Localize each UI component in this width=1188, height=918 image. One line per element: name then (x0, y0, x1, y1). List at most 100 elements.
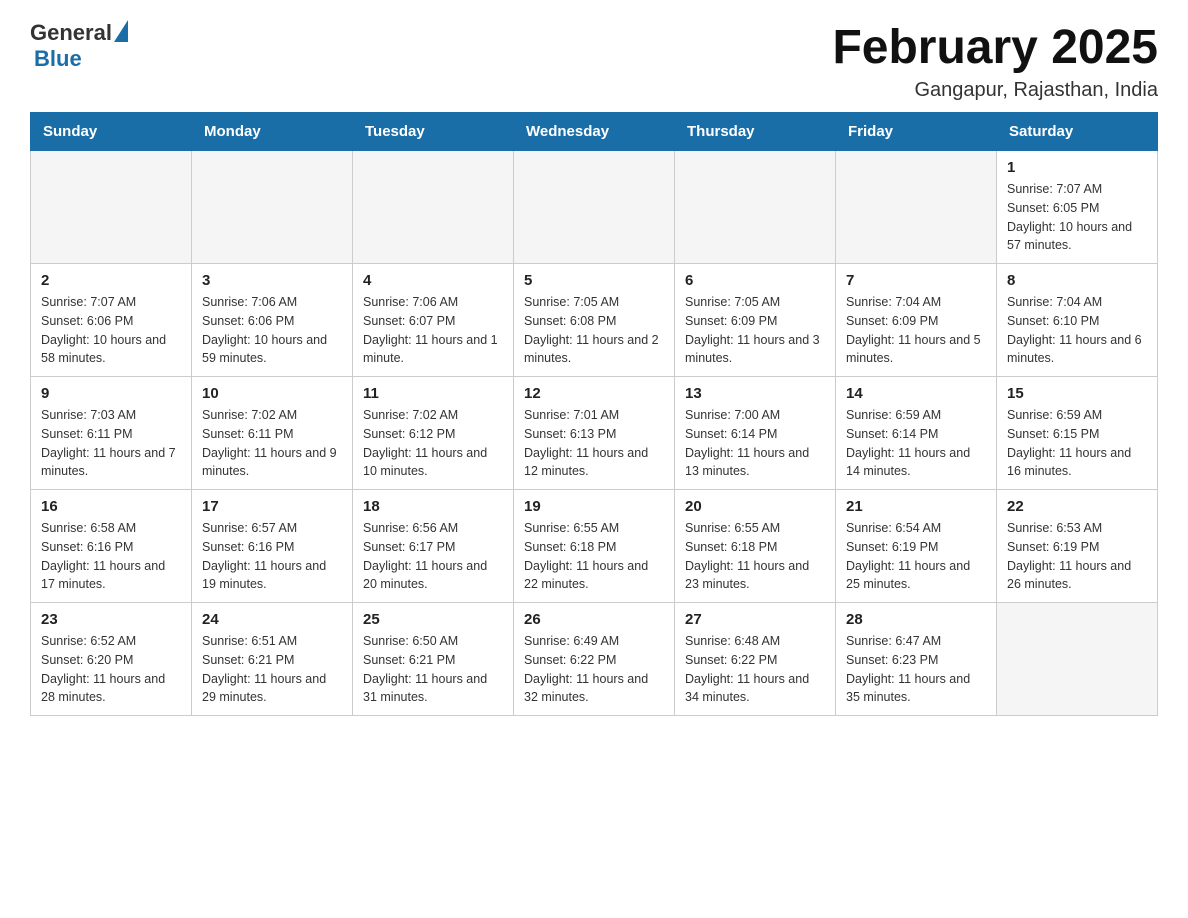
day-info: Sunrise: 7:07 AMSunset: 6:06 PMDaylight:… (41, 293, 181, 368)
calendar-cell (514, 151, 675, 264)
day-info: Sunrise: 7:07 AMSunset: 6:05 PMDaylight:… (1007, 180, 1147, 255)
day-number: 7 (846, 272, 986, 289)
day-info: Sunrise: 7:01 AMSunset: 6:13 PMDaylight:… (524, 406, 664, 481)
day-info: Sunrise: 6:56 AMSunset: 6:17 PMDaylight:… (363, 519, 503, 594)
calendar-body: 1 Sunrise: 7:07 AMSunset: 6:05 PMDaylight… (31, 151, 1158, 716)
day-number: 11 (363, 385, 503, 402)
day-info: Sunrise: 6:59 AMSunset: 6:14 PMDaylight:… (846, 406, 986, 481)
calendar-cell (31, 151, 192, 264)
day-info: Sunrise: 7:03 AMSunset: 6:11 PMDaylight:… (41, 406, 181, 481)
day-info: Sunrise: 7:04 AMSunset: 6:10 PMDaylight:… (1007, 293, 1147, 368)
day-of-week-header: Friday (836, 113, 997, 151)
calendar-cell: 21 Sunrise: 6:54 AMSunset: 6:19 PMDayligh… (836, 490, 997, 603)
calendar-cell: 25 Sunrise: 6:50 AMSunset: 6:21 PMDayligh… (353, 603, 514, 716)
day-info: Sunrise: 7:00 AMSunset: 6:14 PMDaylight:… (685, 406, 825, 481)
day-number: 24 (202, 611, 342, 628)
day-number: 15 (1007, 385, 1147, 402)
day-number: 20 (685, 498, 825, 515)
day-number: 4 (363, 272, 503, 289)
week-row: 16Sunrise: 6:58 AMSunset: 6:16 PMDayligh… (31, 490, 1158, 603)
day-number: 8 (1007, 272, 1147, 289)
logo-blue-text: Blue (34, 46, 82, 72)
day-info: Sunrise: 6:59 AMSunset: 6:15 PMDaylight:… (1007, 406, 1147, 481)
calendar-table: SundayMondayTuesdayWednesdayThursdayFrid… (30, 112, 1158, 716)
day-number: 5 (524, 272, 664, 289)
calendar-cell: 11 Sunrise: 7:02 AMSunset: 6:12 PMDayligh… (353, 377, 514, 490)
day-number: 3 (202, 272, 342, 289)
day-of-week-header: Wednesday (514, 113, 675, 151)
week-row: 9 Sunrise: 7:03 AMSunset: 6:11 PMDaylight… (31, 377, 1158, 490)
calendar-cell: 8 Sunrise: 7:04 AMSunset: 6:10 PMDaylight… (997, 264, 1158, 377)
day-info: Sunrise: 6:55 AMSunset: 6:18 PMDaylight:… (685, 519, 825, 594)
day-number: 2 (41, 272, 181, 289)
calendar-cell: 10 Sunrise: 7:02 AMSunset: 6:11 PMDayligh… (192, 377, 353, 490)
calendar-cell: 14 Sunrise: 6:59 AMSunset: 6:14 PMDayligh… (836, 377, 997, 490)
logo: General Blue (30, 20, 128, 72)
day-number: 16 (41, 498, 181, 515)
calendar-cell (675, 151, 836, 264)
day-number: 22 (1007, 498, 1147, 515)
day-info: Sunrise: 7:02 AMSunset: 6:11 PMDaylight:… (202, 406, 342, 481)
calendar-cell: 13 Sunrise: 7:00 AMSunset: 6:14 PMDayligh… (675, 377, 836, 490)
day-number: 18 (363, 498, 503, 515)
day-info: Sunrise: 6:57 AMSunset: 6:16 PMDaylight:… (202, 519, 342, 594)
day-number: 27 (685, 611, 825, 628)
day-number: 19 (524, 498, 664, 515)
calendar-cell: 26 Sunrise: 6:49 AMSunset: 6:22 PMDayligh… (514, 603, 675, 716)
calendar-cell (997, 603, 1158, 716)
calendar-cell: 12 Sunrise: 7:01 AMSunset: 6:13 PMDayligh… (514, 377, 675, 490)
calendar-cell: 4Sunrise: 7:06 AMSunset: 6:07 PMDaylight… (353, 264, 514, 377)
day-number: 1 (1007, 159, 1147, 176)
calendar-location: Gangapur, Rajasthan, India (832, 79, 1158, 102)
calendar-cell: 22 Sunrise: 6:53 AMSunset: 6:19 PMDayligh… (997, 490, 1158, 603)
calendar-cell: 23Sunrise: 6:52 AMSunset: 6:20 PMDayligh… (31, 603, 192, 716)
day-info: Sunrise: 7:05 AMSunset: 6:08 PMDaylight:… (524, 293, 664, 368)
logo-triangle-icon (114, 20, 128, 42)
calendar-cell: 6Sunrise: 7:05 AMSunset: 6:09 PMDaylight… (675, 264, 836, 377)
day-info: Sunrise: 6:47 AMSunset: 6:23 PMDaylight:… (846, 632, 986, 707)
logo-general-text: General (30, 20, 112, 46)
day-of-week-header: Thursday (675, 113, 836, 151)
day-number: 9 (41, 385, 181, 402)
week-row: 23Sunrise: 6:52 AMSunset: 6:20 PMDayligh… (31, 603, 1158, 716)
day-number: 25 (363, 611, 503, 628)
day-info: Sunrise: 6:50 AMSunset: 6:21 PMDaylight:… (363, 632, 503, 707)
day-number: 14 (846, 385, 986, 402)
calendar-cell: 2 Sunrise: 7:07 AMSunset: 6:06 PMDaylight… (31, 264, 192, 377)
day-info: Sunrise: 6:49 AMSunset: 6:22 PMDaylight:… (524, 632, 664, 707)
day-info: Sunrise: 7:04 AMSunset: 6:09 PMDaylight:… (846, 293, 986, 368)
calendar-cell (353, 151, 514, 264)
day-number: 13 (685, 385, 825, 402)
day-info: Sunrise: 6:54 AMSunset: 6:19 PMDaylight:… (846, 519, 986, 594)
day-of-week-header: Tuesday (353, 113, 514, 151)
week-row: 2 Sunrise: 7:07 AMSunset: 6:06 PMDaylight… (31, 264, 1158, 377)
day-info: Sunrise: 7:06 AMSunset: 6:06 PMDaylight:… (202, 293, 342, 368)
calendar-header: SundayMondayTuesdayWednesdayThursdayFrid… (31, 113, 1158, 151)
calendar-cell: 1 Sunrise: 7:07 AMSunset: 6:05 PMDaylight… (997, 151, 1158, 264)
day-info: Sunrise: 6:51 AMSunset: 6:21 PMDaylight:… (202, 632, 342, 707)
title-block: February 2025 Gangapur, Rajasthan, India (832, 20, 1158, 102)
calendar-cell: 18 Sunrise: 6:56 AMSunset: 6:17 PMDayligh… (353, 490, 514, 603)
calendar-cell: 17 Sunrise: 6:57 AMSunset: 6:16 PMDayligh… (192, 490, 353, 603)
calendar-cell: 3 Sunrise: 7:06 AMSunset: 6:06 PMDaylight… (192, 264, 353, 377)
calendar-cell: 27 Sunrise: 6:48 AMSunset: 6:22 PMDayligh… (675, 603, 836, 716)
day-number: 12 (524, 385, 664, 402)
day-of-week-header: Sunday (31, 113, 192, 151)
day-number: 26 (524, 611, 664, 628)
day-info: Sunrise: 6:48 AMSunset: 6:22 PMDaylight:… (685, 632, 825, 707)
calendar-cell: 15 Sunrise: 6:59 AMSunset: 6:15 PMDayligh… (997, 377, 1158, 490)
calendar-cell (192, 151, 353, 264)
day-info: Sunrise: 6:53 AMSunset: 6:19 PMDaylight:… (1007, 519, 1147, 594)
calendar-cell (836, 151, 997, 264)
day-of-week-header: Saturday (997, 113, 1158, 151)
day-info: Sunrise: 6:52 AMSunset: 6:20 PMDaylight:… (41, 632, 181, 707)
day-number: 10 (202, 385, 342, 402)
calendar-cell: 19Sunrise: 6:55 AMSunset: 6:18 PMDayligh… (514, 490, 675, 603)
day-number: 6 (685, 272, 825, 289)
calendar-cell: 28Sunrise: 6:47 AMSunset: 6:23 PMDayligh… (836, 603, 997, 716)
day-number: 17 (202, 498, 342, 515)
page-header: General Blue February 2025 Gangapur, Raj… (30, 20, 1158, 102)
day-number: 21 (846, 498, 986, 515)
day-info: Sunrise: 7:02 AMSunset: 6:12 PMDaylight:… (363, 406, 503, 481)
calendar-title: February 2025 (832, 20, 1158, 75)
